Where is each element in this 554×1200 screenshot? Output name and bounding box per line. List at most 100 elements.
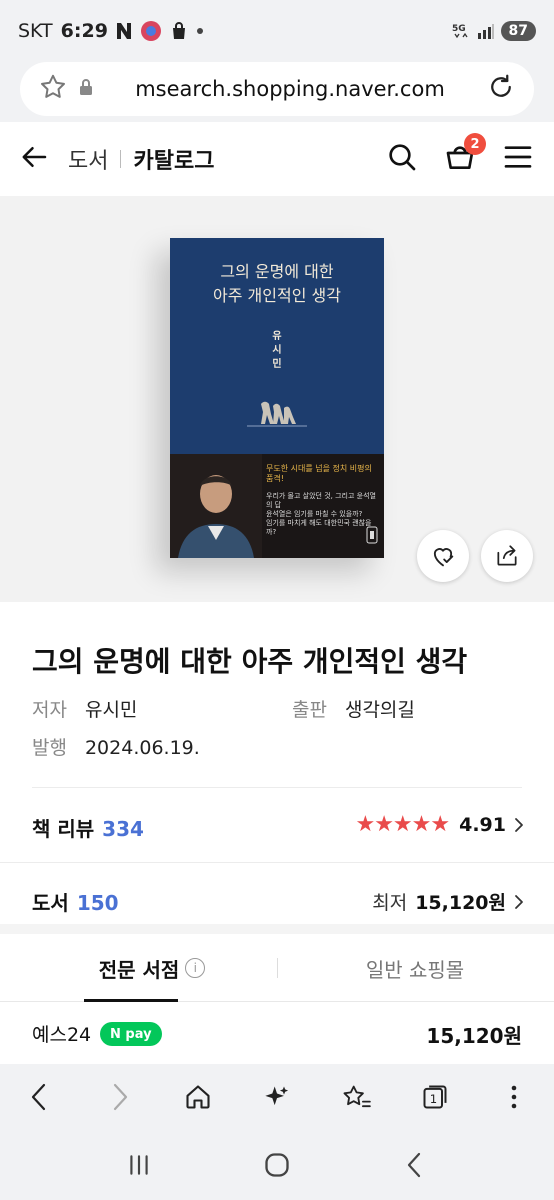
publisher-logo-icon (366, 526, 378, 544)
carrier-label: SKT (18, 20, 53, 42)
breadcrumb-category[interactable]: 도서 (68, 143, 108, 175)
book-cover-slogan: 무도한 시대를 넘을 정치 비평의 품격! (266, 464, 372, 483)
breadcrumb-separator (120, 150, 122, 168)
more-vertical-icon (512, 1085, 517, 1109)
book-cover-bottom-band: 무도한 시대를 넘을 정치 비평의 품격! 우리가 몰고 살았던 것, 그리고 … (170, 454, 384, 558)
date-label: 발행 (32, 737, 67, 759)
breadcrumb-current: 카탈로그 (133, 149, 215, 174)
store-count-label: 도서 150 (32, 887, 119, 916)
info-icon[interactable]: i (185, 958, 206, 978)
lowest-price-value: 15,120원 (415, 892, 506, 914)
rating-value: 4.91 (459, 813, 506, 836)
chevron-left-icon (31, 1083, 45, 1111)
recent-apps-button[interactable] (117, 1143, 161, 1187)
divider (0, 862, 554, 863)
chevron-right-icon (515, 817, 523, 832)
book-cover-blurb-line: 우리가 몰고 살았던 것, 그리고 윤석열의 답 (266, 492, 376, 509)
browser-url-area: msearch.shopping.naver.com (0, 62, 554, 122)
browser-ai-button[interactable] (255, 1075, 299, 1119)
more-notifications-dot-icon (196, 27, 204, 35)
app-header: 도서 카탈로그 2 (0, 122, 554, 196)
browser-more-button[interactable] (492, 1075, 536, 1119)
book-cover-title-line2: 아주 개인적인 생각 (213, 286, 341, 305)
reload-icon[interactable] (486, 72, 516, 106)
system-navigation-bar (0, 1130, 554, 1200)
home-circle-icon (265, 1153, 289, 1177)
review-summary-label[interactable]: 책 리뷰 334 (32, 813, 144, 842)
divider (32, 787, 522, 788)
back-nav-button[interactable] (393, 1143, 437, 1187)
svg-text:1: 1 (430, 1092, 437, 1106)
browser-tabs-button[interactable]: 1 (413, 1075, 457, 1119)
favorite-button[interactable] (417, 530, 469, 582)
breadcrumb: 도서 카탈로그 (68, 143, 214, 175)
status-left: SKT 6:29 (18, 20, 204, 42)
tab-specialty-bookstore[interactable]: 전문 서점 i (62, 934, 242, 1002)
author-portrait (170, 454, 262, 558)
tab-separator (277, 958, 278, 978)
book-cover-blurb: 우리가 몰고 살았던 것, 그리고 윤석열의 답 윤석열은 임기를 마칠 수 있… (266, 492, 378, 537)
svg-text:5G: 5G (452, 24, 466, 34)
header-actions: 2 (386, 133, 534, 177)
cart-count-badge: 2 (464, 133, 486, 155)
product-title: 그의 운명에 대한 아주 개인적인 생각 (32, 645, 468, 678)
book-cover-title: 그의 운명에 대한 아주 개인적인 생각 (170, 260, 384, 308)
author-label: 저자 (32, 699, 67, 721)
clock: 6:29 (60, 20, 108, 42)
signal-icon (477, 23, 495, 39)
browser-bookmarks-button[interactable] (334, 1075, 378, 1119)
back-arrow-icon[interactable] (20, 142, 50, 176)
hamburger-menu-icon[interactable] (502, 141, 534, 177)
share-button[interactable] (481, 530, 533, 582)
chevron-right-icon (515, 894, 523, 909)
home-icon (186, 1085, 210, 1109)
bookmark-star-icon[interactable] (38, 72, 68, 106)
book-cover-author-char: 민 (272, 359, 282, 370)
url-text[interactable]: msearch.shopping.naver.com (94, 77, 486, 101)
battery-indicator: 87 (500, 21, 536, 41)
author-value[interactable]: 유시민 (85, 699, 137, 721)
lowest-price-summary[interactable]: 최저 15,120원 (372, 888, 524, 915)
shop-name: 예스24 (32, 1024, 92, 1046)
book-cover-figure-illustration (247, 401, 307, 427)
naver-app-icon (116, 22, 132, 40)
publisher-value[interactable]: 생각의길 (345, 699, 415, 721)
heart-check-icon (433, 548, 454, 567)
book-cover-title-line1: 그의 운명에 대한 (220, 262, 334, 281)
home-nav-button[interactable] (255, 1143, 299, 1187)
review-label: 책 리뷰 (32, 817, 95, 841)
date-row: 발행 2024.06.19. (32, 733, 200, 760)
shop-list-item[interactable]: 예스24 N pay 15,120원 (0, 1002, 554, 1064)
browser-forward-button[interactable] (97, 1075, 141, 1119)
publisher-row: 출판 생각의길 (292, 695, 415, 722)
product-image-area: 그의 운명에 대한 아주 개인적인 생각 유 시 민 무도한 시대를 넘을 정치… (0, 196, 554, 602)
back-chevron-icon (407, 1152, 421, 1178)
book-cover[interactable]: 그의 운명에 대한 아주 개인적인 생각 유 시 민 무도한 시대를 넘을 정치… (170, 238, 384, 558)
book-cover-blurb-line: 윤석열은 임기를 마칠 수 있을까? (266, 510, 363, 518)
lowest-price-label: 최저 (372, 892, 408, 914)
rating-summary[interactable]: ★★★★★ 4.91 (355, 812, 524, 837)
sparkle-icon (265, 1086, 289, 1106)
book-cover-author-char: 유 (272, 331, 282, 342)
shop-price: 15,120원 (426, 1024, 522, 1048)
cart-button[interactable]: 2 (444, 133, 486, 177)
store-count: 150 (76, 891, 119, 915)
search-icon[interactable] (386, 141, 418, 177)
npay-badge: N pay (100, 1022, 162, 1046)
review-count: 334 (102, 817, 144, 841)
status-right: 5G 87 (451, 21, 536, 41)
store-label: 도서 (32, 891, 69, 915)
network-5g-icon: 5G (451, 21, 471, 41)
section-divider (0, 924, 554, 934)
browser-home-button[interactable] (176, 1075, 220, 1119)
browser-toolbar: 1 (0, 1064, 554, 1130)
chevron-right-icon (113, 1083, 127, 1111)
share-icon (497, 545, 517, 566)
url-bar[interactable]: msearch.shopping.naver.com (20, 62, 534, 116)
recent-apps-icon (130, 1155, 148, 1175)
browser-back-button[interactable] (18, 1075, 62, 1119)
tabs-icon: 1 (423, 1085, 447, 1109)
tab-general-mall[interactable]: 일반 쇼핑몰 (310, 934, 520, 1002)
book-cover-blurb-line: 임기를 마치게 해도 대한민국 괜찮을까? (266, 519, 372, 536)
tab-label: 일반 쇼핑몰 (365, 957, 465, 982)
